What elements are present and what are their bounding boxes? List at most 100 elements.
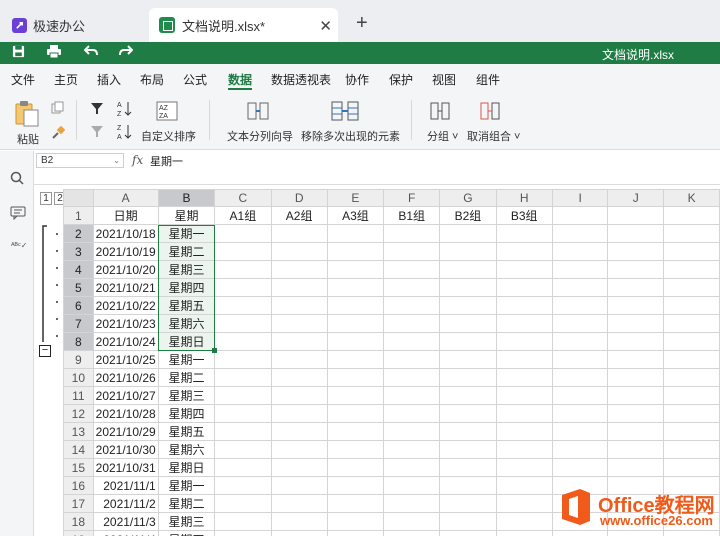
cell[interactable] xyxy=(607,242,665,261)
select-all-corner[interactable] xyxy=(63,189,94,207)
row-header[interactable]: 16 xyxy=(63,476,94,495)
cell-date[interactable]: 2021/10/24 xyxy=(92,332,159,351)
cell[interactable] xyxy=(214,404,272,423)
cell[interactable] xyxy=(383,278,441,297)
cell[interactable] xyxy=(214,260,272,279)
column-header[interactable]: A xyxy=(92,189,159,207)
cell[interactable] xyxy=(326,224,385,243)
cell[interactable] xyxy=(495,440,553,459)
cell[interactable] xyxy=(383,386,441,405)
menu-file[interactable]: 文件 xyxy=(11,71,35,88)
cell[interactable] xyxy=(551,314,609,333)
function-icon[interactable]: fx xyxy=(132,153,143,167)
row-header[interactable]: 18 xyxy=(63,512,94,531)
cell[interactable] xyxy=(495,512,553,531)
menu-layout[interactable]: 布局 xyxy=(140,71,164,88)
cell[interactable] xyxy=(270,440,328,459)
cell[interactable] xyxy=(326,314,385,333)
cell[interactable]: A3组 xyxy=(326,206,385,225)
row-header[interactable]: 12 xyxy=(63,404,94,423)
cell-weekday[interactable]: 星期一 xyxy=(157,476,216,495)
cell[interactable]: B3组 xyxy=(495,206,553,225)
cell[interactable] xyxy=(439,368,497,387)
cell[interactable] xyxy=(214,332,272,351)
cell[interactable] xyxy=(270,422,328,441)
cell[interactable] xyxy=(383,260,441,279)
cell[interactable] xyxy=(214,512,272,531)
cell[interactable] xyxy=(663,350,720,369)
cell[interactable] xyxy=(495,386,553,405)
cell[interactable] xyxy=(495,350,553,369)
column-header[interactable]: H xyxy=(495,189,553,207)
cell[interactable] xyxy=(270,494,328,513)
cell[interactable] xyxy=(495,314,553,333)
row-header[interactable]: 5 xyxy=(63,278,94,297)
menu-pivot-table[interactable]: 数据透视表 xyxy=(271,71,331,88)
cell[interactable] xyxy=(326,350,385,369)
cell[interactable] xyxy=(214,350,272,369)
cell[interactable] xyxy=(607,206,665,225)
row-header[interactable]: 2 xyxy=(63,224,94,243)
cell[interactable] xyxy=(439,260,497,279)
group-icon[interactable] xyxy=(428,100,452,125)
format-painter-icon[interactable] xyxy=(51,125,66,143)
cell[interactable] xyxy=(270,458,328,477)
cell[interactable] xyxy=(270,242,328,261)
cell-weekday[interactable]: 星期一 xyxy=(157,224,216,243)
cell[interactable]: B1组 xyxy=(383,206,441,225)
menu-protect[interactable]: 保护 xyxy=(389,71,413,88)
cell[interactable] xyxy=(383,404,441,423)
text-to-columns-label[interactable]: 文本分列向导 xyxy=(227,128,293,144)
close-icon[interactable]: ✕ xyxy=(319,17,332,35)
cell[interactable] xyxy=(214,494,272,513)
cell[interactable] xyxy=(270,296,328,315)
cell-date[interactable]: 2021/10/29 xyxy=(92,422,159,441)
cell[interactable] xyxy=(607,404,665,423)
cell[interactable] xyxy=(495,296,553,315)
cell-date[interactable]: 2021/10/27 xyxy=(92,386,159,405)
cell[interactable] xyxy=(551,206,609,225)
custom-sort-label[interactable]: 自定义排序 xyxy=(141,128,196,144)
cell[interactable] xyxy=(326,368,385,387)
formula-input[interactable]: 星期一 xyxy=(150,153,183,169)
cell[interactable] xyxy=(663,458,720,477)
cell[interactable] xyxy=(214,224,272,243)
group-label[interactable]: 分组 ˅ xyxy=(427,128,458,144)
cell-weekday[interactable]: 星期五 xyxy=(157,422,216,441)
cell[interactable] xyxy=(663,260,720,279)
cell[interactable] xyxy=(663,242,720,261)
cell[interactable] xyxy=(439,296,497,315)
cell[interactable] xyxy=(270,530,328,536)
tab-document[interactable]: 文档说明.xlsx* ✕ xyxy=(149,8,338,42)
cell[interactable] xyxy=(607,350,665,369)
cell-weekday[interactable]: 星期日 xyxy=(157,332,216,351)
cell[interactable] xyxy=(326,332,385,351)
cell[interactable] xyxy=(551,422,609,441)
cell[interactable] xyxy=(607,224,665,243)
cell-date[interactable]: 2021/11/1 xyxy=(92,476,159,495)
cell[interactable] xyxy=(383,476,441,495)
cell[interactable] xyxy=(495,422,553,441)
cell[interactable] xyxy=(551,350,609,369)
cell[interactable] xyxy=(326,476,385,495)
menu-view[interactable]: 视图 xyxy=(432,71,456,88)
cell[interactable] xyxy=(495,278,553,297)
cell[interactable] xyxy=(383,458,441,477)
cell[interactable] xyxy=(663,296,720,315)
cell-weekday[interactable]: 星期四 xyxy=(157,404,216,423)
cell[interactable] xyxy=(214,296,272,315)
cell[interactable] xyxy=(383,530,441,536)
cell[interactable] xyxy=(383,242,441,261)
cell[interactable] xyxy=(326,278,385,297)
cell[interactable] xyxy=(270,404,328,423)
column-header[interactable]: J xyxy=(607,189,665,207)
row-header[interactable]: 13 xyxy=(63,422,94,441)
cell[interactable] xyxy=(214,278,272,297)
cell[interactable] xyxy=(495,476,553,495)
cell[interactable] xyxy=(607,458,665,477)
cell-weekday[interactable]: 星期四 xyxy=(157,530,216,536)
filter-icon[interactable] xyxy=(90,102,104,118)
cell[interactable] xyxy=(663,386,720,405)
undo-icon[interactable] xyxy=(83,45,98,60)
cell-weekday[interactable]: 星期二 xyxy=(157,242,216,261)
